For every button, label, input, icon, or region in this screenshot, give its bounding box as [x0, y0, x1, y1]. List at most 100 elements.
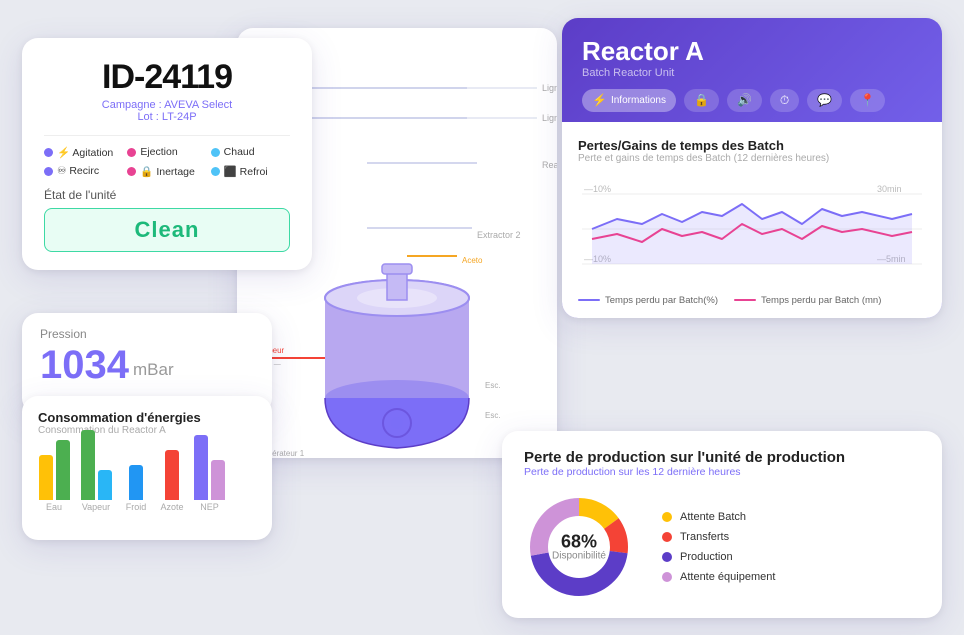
bar-col-vapeur: [81, 430, 112, 500]
bar-label-froid: Froid: [122, 502, 150, 512]
tag-chaud: Chaud: [211, 146, 290, 159]
divider: [44, 135, 290, 136]
svg-text:Aceto: Aceto: [462, 256, 483, 265]
donut-wrap: 68% Disponibilité: [524, 492, 634, 602]
pression-unit: mBar: [133, 360, 174, 380]
bar-vapeur-2: [98, 470, 112, 500]
legend-label-pink: Temps perdu par Batch (mn): [761, 295, 881, 306]
donut-label: 68% Disponibilité: [552, 532, 606, 561]
tag-dot-chaud: [211, 148, 220, 157]
tab-icon-time: ⏱: [780, 93, 789, 108]
svg-text:Esc.: Esc.: [485, 411, 501, 420]
tab-sound[interactable]: 🔊: [727, 89, 762, 112]
label-production: Production: [680, 551, 733, 563]
donut-text: Disponibilité: [552, 550, 606, 561]
pression-value: 1034 mBar: [40, 343, 254, 388]
tab-icon-location: 📍: [860, 93, 875, 107]
conso-card: Consommation d'énergies Consommation du …: [22, 396, 272, 540]
perte-legend-list: Attente Batch Transferts Production Atte…: [662, 511, 775, 583]
legend-transferts: Transferts: [662, 531, 775, 543]
bar-nep-2: [211, 460, 225, 500]
reactor-title: Reactor A: [582, 36, 922, 67]
legend-attente-batch: Attente Batch: [662, 511, 775, 523]
bar-nep-1: [194, 435, 208, 500]
perte-title: Perte de production sur l'unité de produ…: [524, 449, 920, 466]
legend-label-purple: Temps perdu par Batch(%): [605, 295, 718, 306]
lot-label: Lot : LT-24P: [44, 111, 290, 123]
tab-icon-chat: 💬: [817, 93, 832, 107]
bar-label-eau: Eau: [38, 502, 70, 512]
reactor-tabs: ⚡ Informations 🔒 🔊 ⏱ 💬 📍: [582, 89, 922, 112]
clean-badge: Clean: [44, 208, 290, 252]
campagne-label: Campagne : AVEVA Select: [44, 99, 290, 111]
tag-label-refroi: ⬛ Refroi: [224, 165, 268, 178]
dot-transferts: [662, 532, 672, 542]
bar-nep: NEP: [194, 435, 225, 512]
svg-text:Reactor 6: Reactor 6: [542, 160, 557, 170]
bar-froid: Froid: [122, 465, 150, 512]
tab-lock[interactable]: 🔒: [684, 89, 719, 112]
reactor-sub: Batch Reactor Unit: [582, 67, 922, 79]
reactor-line-chart: —10% —10% 30min —5min: [578, 174, 926, 284]
bar-col-nep: [194, 435, 225, 500]
label-attente-equip: Attente équipement: [680, 571, 775, 583]
dot-production: [662, 552, 672, 562]
bar-col-froid: [129, 465, 143, 500]
legend-line-purple: [578, 299, 600, 301]
id-card: ID-24119 Campagne : AVEVA Select Lot : L…: [22, 38, 312, 270]
conso-title: Consommation d'énergies: [38, 410, 256, 425]
legend-attente-equip: Attente équipement: [662, 571, 775, 583]
bar-chart: Eau Vapeur Froid: [38, 448, 256, 528]
tag-label-chaud: Chaud: [224, 146, 255, 158]
tab-informations[interactable]: ⚡ Informations: [582, 89, 676, 112]
dot-attente-batch: [662, 512, 672, 522]
tag-agitation: ⚡ Agitation: [44, 146, 123, 159]
tab-icon-info: ⚡: [592, 93, 607, 107]
tab-time[interactable]: ⏱: [770, 89, 799, 112]
svg-text:Ligne 2: Ligne 2: [542, 113, 557, 123]
tab-chat[interactable]: 💬: [807, 89, 842, 112]
tag-label-ejection: Ejection: [140, 146, 177, 158]
svg-text:Ligne 1: Ligne 1: [542, 83, 557, 93]
bar-azote-1: [165, 450, 179, 500]
perte-card: Perte de production sur l'unité de produ…: [502, 431, 942, 618]
svg-text:30min: 30min: [877, 184, 902, 194]
id-number: ID-24119: [44, 58, 290, 97]
tab-icon-lock: 🔒: [694, 93, 709, 107]
svg-text:Esc.: Esc.: [485, 381, 501, 390]
tag-ejection: Ejection: [127, 146, 206, 159]
tab-label-info: Informations: [611, 95, 666, 106]
bar-froid-1: [129, 465, 143, 500]
tag-inertage: 🔒 Inertage: [127, 165, 206, 178]
reactor-chart-title: Pertes/Gains de temps des Batch: [578, 138, 926, 153]
perte-sub: Perte de production sur les 12 dernière …: [524, 466, 920, 478]
bar-label-nep: NEP: [196, 502, 224, 512]
reactor-header: Reactor A Batch Reactor Unit ⚡ Informati…: [562, 18, 942, 122]
label-attente-batch: Attente Batch: [680, 511, 746, 523]
reactor-card: Reactor A Batch Reactor Unit ⚡ Informati…: [562, 18, 942, 318]
bar-col-azote: [165, 450, 179, 500]
tag-label-agitation: ⚡ Agitation: [57, 146, 113, 159]
etat-label: État de l'unité: [44, 188, 290, 202]
tab-location[interactable]: 📍: [850, 89, 885, 112]
tag-label-recirc: ♾ Recirc: [57, 165, 99, 177]
pression-label: Pression: [40, 327, 254, 341]
reactor-chart-sub: Perte et gains de temps des Batch (12 de…: [578, 153, 926, 164]
pression-number: 1034: [40, 343, 129, 388]
tag-dot-inertage: [127, 167, 136, 176]
bar-eau: Eau: [38, 440, 70, 512]
bar-label-azote: Azote: [158, 502, 186, 512]
bar-vapeur-1: [81, 430, 95, 500]
bar-label-vapeur: Vapeur: [78, 502, 114, 512]
tag-recirc: ♾ Recirc: [44, 165, 123, 178]
svg-text:—10%: —10%: [584, 184, 611, 194]
svg-text:Extractor 2: Extractor 2: [477, 230, 521, 240]
tag-dot-ejection: [127, 148, 136, 157]
bar-col-eau: [39, 440, 70, 500]
tag-dot-refroi: [211, 167, 220, 176]
bar-azote: Azote: [158, 450, 186, 512]
legend-production: Production: [662, 551, 775, 563]
legend-line-pink: [734, 299, 756, 301]
tag-grid: ⚡ Agitation Ejection Chaud ♾ Recirc 🔒 In…: [44, 146, 290, 178]
tag-label-inertage: 🔒 Inertage: [140, 165, 195, 178]
